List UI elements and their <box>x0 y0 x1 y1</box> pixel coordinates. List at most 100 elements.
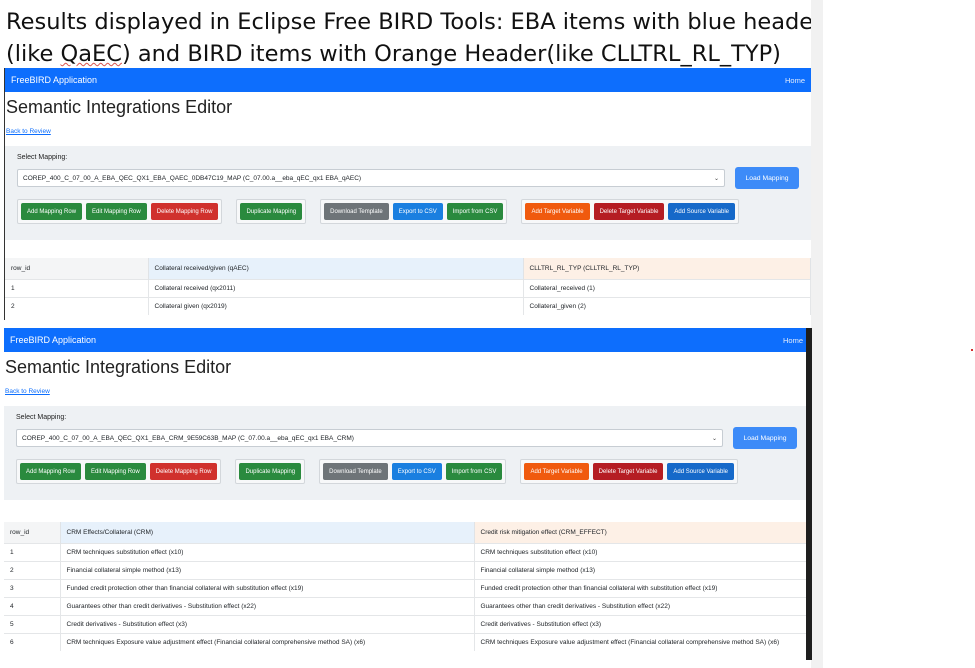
delete-target-variable-button[interactable]: Delete Target Variable <box>592 463 664 480</box>
mapping-table: row_id Collateral received/given (qAEC) … <box>5 258 811 315</box>
download-template-button[interactable]: Download Template <box>324 203 389 220</box>
screenshot-panel-crm: FreeBIRD Application Home Semantic Integ… <box>4 328 812 660</box>
load-mapping-button[interactable]: Load Mapping <box>735 167 799 189</box>
eba-item-cell: Financial collateral simple method (x13) <box>60 560 475 579</box>
add-source-variable-button[interactable]: Add Source Variable <box>667 463 735 480</box>
row-id-cell: 2 <box>5 296 149 315</box>
add-source-variable-button[interactable]: Add Source Variable <box>668 203 736 220</box>
csv-actions-group: Download Template Export to CSV Import f… <box>319 459 507 484</box>
add-target-variable-button[interactable]: Add Target Variable <box>525 203 590 220</box>
variable-actions-group: Add Target Variable Delete Target Variab… <box>520 459 739 484</box>
duplicate-group: Duplicate Mapping <box>235 459 306 484</box>
eba-item-cell: CRM techniques substitution effect (x10) <box>60 542 475 561</box>
table-row[interactable]: 2 Collateral given (qx2019) Collateral_g… <box>5 296 811 315</box>
bird-item-cell: Financial collateral simple method (x13) <box>474 560 809 579</box>
mapping-controls: Select Mapping: COREP_400_C_07_00_A_EBA_… <box>4 406 809 500</box>
row-actions-group: Add Mapping Row Edit Mapping Row Delete … <box>17 199 223 224</box>
caption-line-2: (like QaEC) and BIRD items with Orange H… <box>6 38 826 70</box>
bird-item-cell: Guarantees other than credit derivatives… <box>474 596 809 615</box>
eba-item-cell: Guarantees other than credit derivatives… <box>60 596 475 615</box>
table-row[interactable]: 4 Guarantees other than credit derivativ… <box>4 596 809 615</box>
eba-item-cell: Collateral received (qx2011) <box>148 278 524 297</box>
bird-item-cell: Collateral_received (1) <box>523 278 811 297</box>
column-header-row-id[interactable]: row_id <box>5 258 149 279</box>
caption-spellcheck-word: QaEC <box>60 41 122 67</box>
column-header-row-id[interactable]: row_id <box>4 522 61 543</box>
bird-item-cell: Collateral_given (2) <box>523 296 811 315</box>
bird-item-cell: CRM techniques Exposure value adjustment… <box>474 632 809 651</box>
bird-item-cell: Funded credit protection other than fina… <box>474 578 809 597</box>
bird-item-cell: Credit derivatives - Substitution effect… <box>474 614 809 633</box>
table-row[interactable]: 3 Funded credit protection other than fi… <box>4 578 809 597</box>
bird-item-cell: CRM techniques substitution effect (x10) <box>474 542 809 561</box>
dark-window-edge <box>806 328 812 660</box>
back-to-review-link[interactable]: Back to Review <box>6 128 51 135</box>
export-csv-button[interactable]: Export to CSV <box>391 463 442 480</box>
row-id-cell: 1 <box>4 542 61 561</box>
row-actions-group: Add Mapping Row Edit Mapping Row Delete … <box>16 459 222 484</box>
slide-caption: Results displayed in Eclipse Free BIRD T… <box>6 6 826 72</box>
eba-item-cell: Credit derivatives - Substitution effect… <box>60 614 475 633</box>
delete-target-variable-button[interactable]: Delete Target Variable <box>593 203 665 220</box>
page-title: Semantic Integrations Editor <box>5 357 232 377</box>
table-row[interactable]: 6 CRM techniques Exposure value adjustme… <box>4 632 809 651</box>
add-mapping-row-button[interactable]: Add Mapping Row <box>21 203 83 220</box>
caption-line-2-start: (like <box>6 41 61 67</box>
chevron-down-icon: ⌄ <box>711 435 717 442</box>
duplicate-mapping-button[interactable]: Duplicate Mapping <box>240 203 303 220</box>
row-id-cell: 2 <box>4 560 61 579</box>
eba-item-cell: CRM techniques Exposure value adjustment… <box>60 632 475 651</box>
mapping-select[interactable]: COREP_400_C_07_00_A_EBA_QEC_QX1_EBA_QAEC… <box>17 169 725 187</box>
caption-line-1: Results displayed in Eclipse Free BIRD T… <box>6 9 823 35</box>
home-link[interactable]: Home <box>783 336 803 345</box>
window-edge-strip <box>811 0 823 668</box>
column-header-eba[interactable]: CRM Effects/Collateral (CRM) <box>60 522 475 543</box>
app-brand[interactable]: FreeBIRD Application <box>11 75 97 85</box>
table-row[interactable]: 2 Financial collateral simple method (x1… <box>4 560 809 579</box>
eba-item-cell: Collateral given (qx2019) <box>148 296 524 315</box>
column-header-eba[interactable]: Collateral received/given (qAEC) <box>148 258 524 279</box>
navbar: FreeBIRD Application Home <box>5 68 811 92</box>
add-target-variable-button[interactable]: Add Target Variable <box>524 463 589 480</box>
load-mapping-button[interactable]: Load Mapping <box>733 427 797 449</box>
export-csv-button[interactable]: Export to CSV <box>392 203 443 220</box>
eba-item-cell: Funded credit protection other than fina… <box>60 578 475 597</box>
duplicate-mapping-button[interactable]: Duplicate Mapping <box>239 463 302 480</box>
home-link[interactable]: Home <box>785 76 805 85</box>
edit-mapping-row-button[interactable]: Edit Mapping Row <box>85 463 146 480</box>
column-header-bird[interactable]: CLLTRL_RL_TYP (CLLTRL_RL_TYP) <box>523 258 811 279</box>
row-id-cell: 3 <box>4 578 61 597</box>
delete-mapping-row-button[interactable]: Delete Mapping Row <box>150 203 219 220</box>
mapping-select[interactable]: COREP_400_C_07_00_A_EBA_QEC_QX1_EBA_CRM_… <box>16 429 723 447</box>
page-title: Semantic Integrations Editor <box>6 97 233 117</box>
row-id-cell: 1 <box>5 278 149 297</box>
table-row[interactable]: 5 Credit derivatives - Substitution effe… <box>4 614 809 633</box>
csv-actions-group: Download Template Export to CSV Import f… <box>320 199 508 224</box>
select-mapping-label: Select Mapping: <box>16 414 67 421</box>
red-marker-dot <box>971 349 973 351</box>
add-mapping-row-button[interactable]: Add Mapping Row <box>20 463 82 480</box>
table-row[interactable]: 1 CRM techniques substitution effect (x1… <box>4 542 809 561</box>
mapping-controls: Select Mapping: COREP_400_C_07_00_A_EBA_… <box>5 146 811 240</box>
import-csv-button[interactable]: Import from CSV <box>446 203 504 220</box>
selected-mapping-value: COREP_400_C_07_00_A_EBA_QEC_QX1_EBA_CRM_… <box>22 434 354 442</box>
selected-mapping-value: COREP_400_C_07_00_A_EBA_QEC_QX1_EBA_QAEC… <box>23 174 362 182</box>
import-csv-button[interactable]: Import from CSV <box>445 463 503 480</box>
mapping-table: row_id CRM Effects/Collateral (CRM) Cred… <box>4 522 809 651</box>
variable-actions-group: Add Target Variable Delete Target Variab… <box>521 199 740 224</box>
row-id-cell: 6 <box>4 632 61 651</box>
table-row[interactable]: 1 Collateral received (qx2011) Collatera… <box>5 278 811 297</box>
edit-mapping-row-button[interactable]: Edit Mapping Row <box>86 203 147 220</box>
navbar: FreeBIRD Application Home <box>4 328 809 352</box>
duplicate-group: Duplicate Mapping <box>236 199 307 224</box>
download-template-button[interactable]: Download Template <box>323 463 388 480</box>
screenshot-panel-qaec: FreeBIRD Application Home Semantic Integ… <box>4 68 811 320</box>
chevron-down-icon: ⌄ <box>713 175 719 182</box>
column-header-bird[interactable]: Credit risk mitigation effect (CRM_EFFEC… <box>474 522 809 543</box>
row-id-cell: 5 <box>4 614 61 633</box>
delete-mapping-row-button[interactable]: Delete Mapping Row <box>149 463 218 480</box>
back-to-review-link[interactable]: Back to Review <box>5 388 50 395</box>
app-brand[interactable]: FreeBIRD Application <box>10 335 96 345</box>
row-id-cell: 4 <box>4 596 61 615</box>
select-mapping-label: Select Mapping: <box>17 154 68 161</box>
